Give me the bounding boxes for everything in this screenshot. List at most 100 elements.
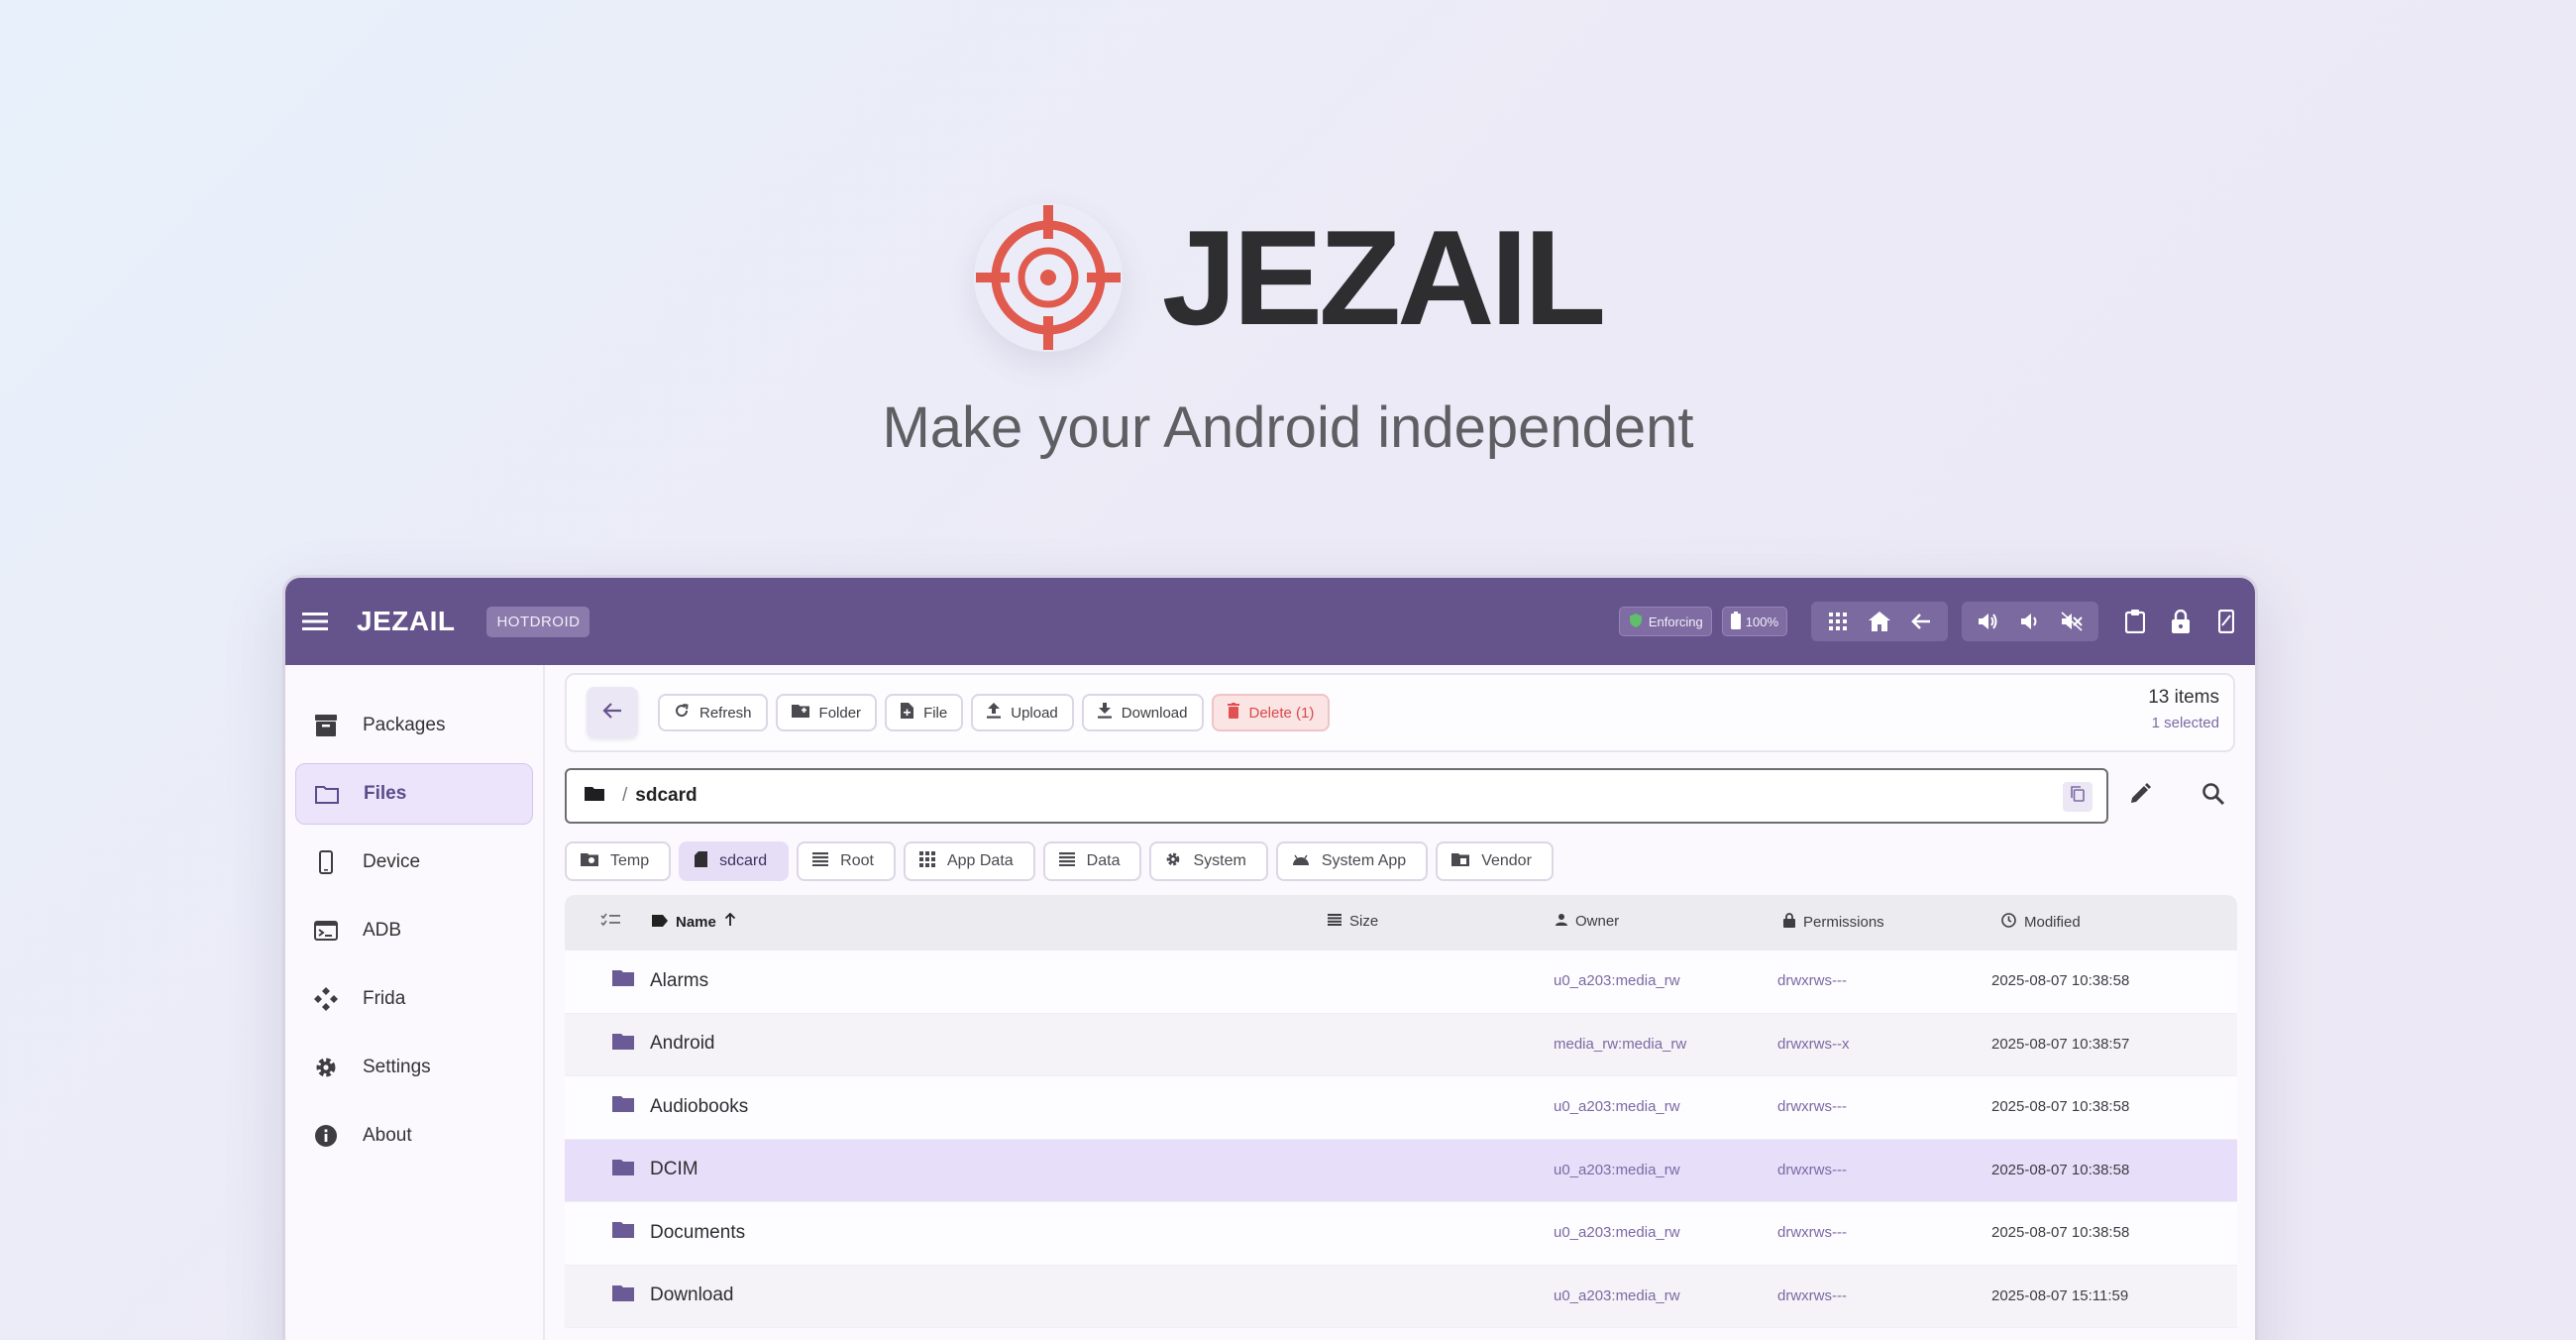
list-icon: [812, 851, 829, 871]
column-size-label: Size: [1349, 913, 1379, 930]
file-owner: u0_a203:media_rw: [1554, 1224, 1680, 1241]
file-name[interactable]: Android: [650, 1033, 715, 1055]
refresh-label: Refresh: [699, 704, 752, 722]
file-toolbar: Refresh Folder File Upload Download Dele…: [565, 673, 2235, 752]
chip-label: Temp: [610, 852, 650, 869]
table-row[interactable]: Alarms u0_a203:media_rw drwxrws--- 2025-…: [565, 950, 2237, 1014]
table-row[interactable]: Android media_rw:media_rw drwxrws--x 202…: [565, 1013, 2237, 1076]
refresh-icon: [674, 703, 690, 723]
sidebar-item-label: ADB: [363, 920, 402, 941]
file-permissions: drwxrws---: [1777, 1224, 1847, 1241]
location-chip-system[interactable]: System: [1149, 841, 1268, 881]
select-all-toggle[interactable]: [600, 913, 620, 931]
volume-button-group: [1962, 602, 2098, 641]
volume-mute-icon[interactable]: [2051, 602, 2093, 641]
file-modified: 2025-08-07 10:38:58: [1991, 1098, 2130, 1115]
file-name[interactable]: Download: [650, 1284, 734, 1306]
phone-screen-icon[interactable]: [2203, 602, 2249, 641]
pencil-icon: [2128, 782, 2152, 811]
chip-label: System App: [1321, 852, 1407, 869]
upload-button[interactable]: Upload: [971, 694, 1074, 731]
menu-icon[interactable]: [295, 602, 335, 641]
location-chip-root[interactable]: Root: [797, 841, 896, 881]
home-icon[interactable]: [1859, 602, 1900, 641]
folder-icon: [312, 779, 342, 809]
folder-icon: [612, 1095, 634, 1118]
android-icon: [1292, 852, 1310, 870]
download-button[interactable]: Download: [1081, 694, 1204, 731]
quick-locations: Temp sdcard Root App Data Data System Sy…: [565, 841, 1554, 881]
column-name-label: Name: [676, 913, 716, 931]
sidebar-item-about[interactable]: About: [295, 1105, 533, 1167]
download-icon: [1097, 703, 1112, 723]
volume-down-icon[interactable]: [2009, 602, 2051, 641]
table-row[interactable]: Audiobooks u0_a203:media_rw drwxrws--- 2…: [565, 1076, 2237, 1140]
delete-button[interactable]: Delete (1): [1211, 694, 1331, 731]
volume-up-icon[interactable]: [1968, 602, 2009, 641]
sidebar-item-files[interactable]: Files: [295, 763, 533, 825]
column-permissions[interactable]: Permissions: [1783, 913, 1884, 932]
file-permissions: drwxrws---: [1777, 1286, 1847, 1304]
file-name[interactable]: Audiobooks: [650, 1096, 748, 1118]
column-permissions-label: Permissions: [1803, 914, 1884, 931]
file-modified: 2025-08-07 10:38:57: [1991, 1035, 2130, 1053]
sidebar-item-frida[interactable]: Frida: [295, 968, 533, 1030]
file-name[interactable]: DCIM: [650, 1159, 698, 1180]
file-permissions: drwxrws---: [1777, 972, 1847, 989]
navigate-up-button[interactable]: [587, 687, 638, 738]
path-segment[interactable]: sdcard: [635, 785, 697, 807]
copy-path-button[interactable]: [2063, 782, 2093, 812]
file-modified: 2025-08-07 10:38:58: [1991, 972, 2130, 989]
column-name[interactable]: Name: [652, 912, 736, 931]
nav-button-group: [1811, 602, 1948, 641]
battery-label: 100%: [1745, 614, 1778, 629]
delete-label: Delete (1): [1248, 704, 1315, 722]
column-size[interactable]: Size: [1328, 913, 1378, 930]
sidebar-item-device[interactable]: Device: [295, 832, 533, 893]
chip-label: System: [1193, 852, 1246, 869]
file-name[interactable]: Alarms: [650, 970, 708, 992]
back-arrow-icon: [602, 702, 622, 725]
file-name[interactable]: Documents: [650, 1222, 745, 1244]
selinux-label: Enforcing: [1648, 614, 1703, 629]
sidebar-item-label: Device: [363, 851, 421, 872]
table-row[interactable]: Documents u0_a203:media_rw drwxrws--- 20…: [565, 1202, 2237, 1266]
file-modified: 2025-08-07 15:11:59: [1991, 1286, 2129, 1304]
lock-icon[interactable]: [2158, 602, 2203, 641]
clipboard-icon[interactable]: [2112, 602, 2158, 641]
search-button[interactable]: [2194, 776, 2233, 816]
column-owner[interactable]: Owner: [1556, 913, 1619, 930]
table-row[interactable]: Download u0_a203:media_rw drwxrws--- 202…: [565, 1265, 2237, 1328]
edit-path-button[interactable]: [2120, 776, 2160, 816]
chip-label: App Data: [946, 852, 1014, 869]
location-chip-system-app[interactable]: System App: [1275, 841, 1429, 881]
location-chip-app-data[interactable]: App Data: [903, 841, 1035, 881]
path-input[interactable]: / sdcard: [565, 768, 2108, 824]
location-chip-sdcard[interactable]: sdcard: [679, 841, 790, 881]
new-folder-button[interactable]: Folder: [775, 694, 878, 731]
column-modified[interactable]: Modified: [2001, 913, 2081, 932]
trash-icon: [1227, 703, 1239, 723]
file-permissions: drwxrws---: [1777, 1161, 1847, 1178]
back-arrow-icon[interactable]: [1900, 602, 1942, 641]
lock-icon: [1783, 913, 1795, 932]
location-chip-vendor[interactable]: Vendor: [1436, 841, 1554, 881]
sidebar-item-packages[interactable]: Packages: [295, 695, 533, 756]
selinux-status[interactable]: Enforcing: [1618, 607, 1712, 636]
sidebar-item-settings[interactable]: Settings: [295, 1037, 533, 1098]
clock-icon: [2001, 913, 2016, 932]
file-modified: 2025-08-07 10:38:58: [1991, 1224, 2130, 1241]
location-chip-temp[interactable]: Temp: [565, 841, 672, 881]
label-icon: [652, 914, 668, 931]
location-chip-data[interactable]: Data: [1042, 841, 1142, 881]
sidebar-item-adb[interactable]: ADB: [295, 900, 533, 961]
table-row-selected[interactable]: DCIM u0_a203:media_rw drwxrws--- 2025-08…: [565, 1139, 2237, 1202]
folder-icon: [585, 785, 604, 807]
hero-header: JEZAIL: [0, 198, 2576, 357]
battery-icon: [1730, 611, 1741, 632]
apps-grid-icon[interactable]: [1817, 602, 1859, 641]
refresh-button[interactable]: Refresh: [658, 694, 768, 731]
new-file-button[interactable]: File: [885, 694, 964, 731]
chip-label: Data: [1086, 852, 1121, 869]
table-header: Name Size Owner Permissions Modified: [565, 895, 2237, 950]
